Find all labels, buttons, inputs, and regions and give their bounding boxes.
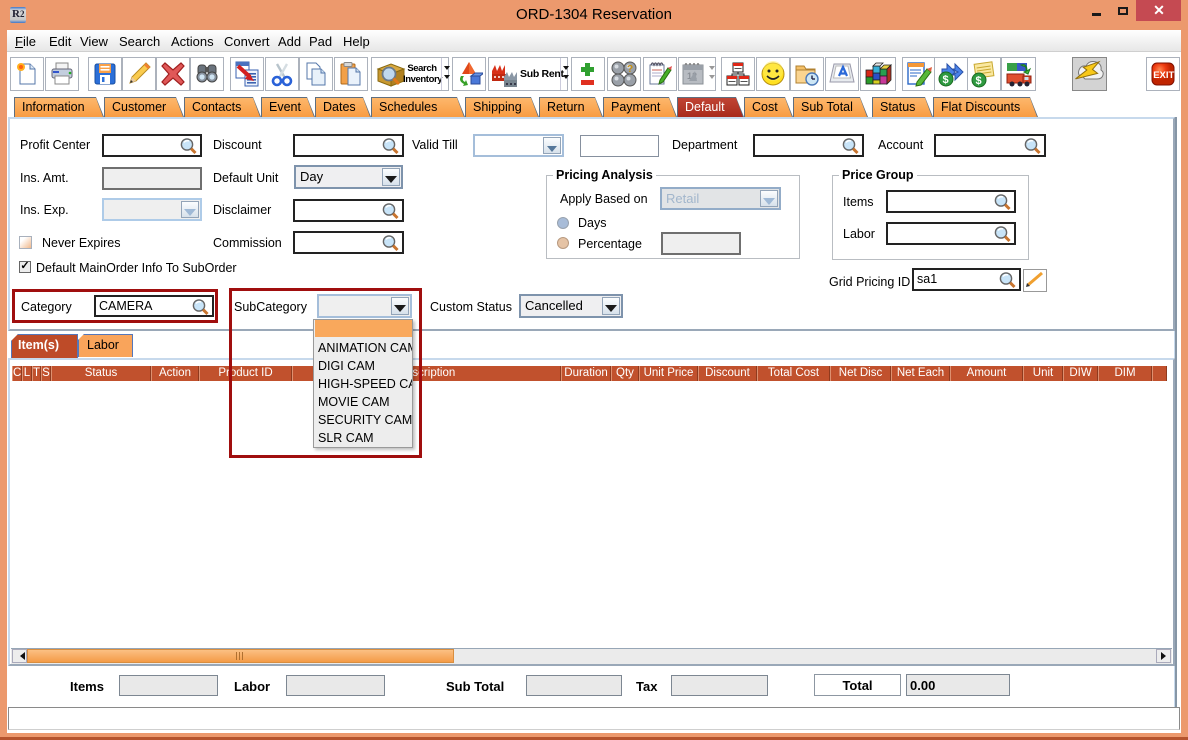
svg-text:$: $ bbox=[943, 74, 949, 86]
svg-text:?: ? bbox=[627, 64, 633, 75]
svg-text:EXIT: EXIT bbox=[1153, 70, 1174, 81]
svg-text:$: $ bbox=[976, 75, 982, 87]
